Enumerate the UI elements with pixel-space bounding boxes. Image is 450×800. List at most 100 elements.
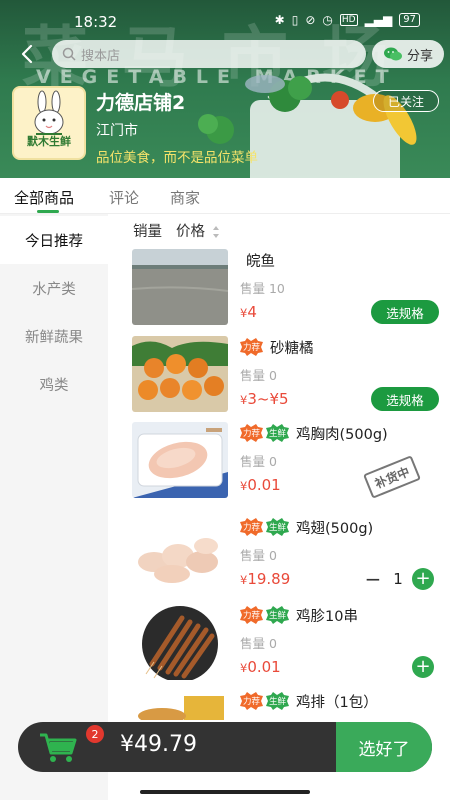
fresh-tag-label: 生鲜 [268,611,286,621]
category-aquatic[interactable]: 水产类 [0,264,108,312]
fresh-tag: 生鲜 [266,518,289,536]
decrease-quantity-button[interactable]: − [362,567,384,591]
quantity-stepper: − 1 + [362,567,434,591]
product-name: 鸡胗10串 [296,609,358,625]
recommend-tag: 力荐 [240,424,263,442]
product-item[interactable]: 皖鱼 售量 10 ¥4 选规格 [118,249,450,335]
select-spec-button[interactable]: 选规格 [371,300,439,324]
product-name: 砂糖橘 [270,341,314,357]
recommend-tag: 力荐 [240,518,263,536]
status-icons: ✱ ▯ ⊘ ◷ HD ▂▄▆ 97 [275,13,420,27]
cart-total-price: ¥49.79 [120,732,197,757]
category-chicken[interactable]: 鸡类 [0,360,108,408]
search-icon [62,47,76,61]
fresh-tag: 生鲜 [266,424,289,442]
store-search-input[interactable]: 搜本店 [52,40,366,68]
tab-reviews[interactable]: 评论 [109,187,139,208]
cart-bar[interactable]: 2 ¥49.79 选好了 [18,722,432,772]
product-price: ¥0.01 [240,476,281,494]
recommend-tag-label: 力荐 [242,343,260,353]
recommend-tag-label: 力荐 [242,429,260,439]
select-spec-button[interactable]: 选规格 [371,387,439,411]
fresh-tag: 生鲜 [266,606,289,624]
product-price: ¥3~¥5 [240,390,289,408]
network-label: HD [339,14,358,26]
alarm-icon: ◷ [322,13,333,27]
back-icon[interactable] [16,42,40,66]
recommend-tag: 力荐 [240,692,263,710]
product-name: 鸡翅(500g) [296,521,374,537]
sort-arrows-icon [212,225,219,238]
product-image-river [132,249,228,325]
shopping-cart-icon[interactable] [38,731,78,763]
logo-text: 默木生鲜 [27,135,71,148]
product-image-skewers [132,604,228,680]
vibrate-icon: ▯ [291,13,299,27]
add-to-cart-button[interactable]: + [412,656,434,678]
status-time: 18:32 [74,13,118,31]
checkout-button[interactable]: 选好了 [336,722,432,772]
product-image-chicken-cutlet [132,690,228,720]
active-tab-indicator [37,210,59,213]
category-sidebar: 今日推荐 水产类 新鲜蔬果 鸡类 [0,214,108,800]
signal-icon: ▂▄▆ [364,13,393,27]
recommend-tag-label: 力荐 [242,697,260,707]
product-sales: 售量 0 [240,636,277,651]
product-image-chicken-breast [132,422,228,498]
store-logo: 默木生鲜 [12,86,86,160]
price-value: 3~¥5 [247,390,289,408]
increase-quantity-button[interactable]: + [412,568,434,590]
recommend-tag-label: 力荐 [242,611,260,621]
store-tabs: 全部商品 评论 商家 [0,178,450,214]
product-sales: 售量 0 [240,368,277,383]
recommend-tag: 力荐 [240,338,263,356]
fresh-tag-label: 生鲜 [268,523,286,533]
store-name: 力德店铺2 [96,92,186,114]
product-name: 皖鱼 [246,254,275,270]
product-item[interactable]: 力荐 生鲜 鸡胸肉(500g) 售量 0 ¥0.01 补货中 [118,422,450,508]
sort-by-sales[interactable]: 销量 [133,220,162,241]
battery-icon: 97 [399,13,420,27]
fresh-tag-label: 生鲜 [268,697,286,707]
product-name: 鸡胸肉(500g) [296,427,388,443]
sort-bar: 销量 价格 [133,220,220,240]
restocking-stamp: 补货中 [363,455,421,499]
price-value: 0.01 [247,658,281,676]
wechat-icon [383,47,402,61]
product-sales: 售量 0 [240,548,277,563]
product-price: ¥19.89 [240,570,290,588]
product-price: ¥0.01 [240,658,281,676]
tab-merchant[interactable]: 商家 [170,187,200,208]
product-item[interactable]: 力荐 生鲜 鸡胗10串 售量 0 ¥0.01 + [118,604,450,690]
price-value: 0.01 [247,476,281,494]
product-image-oranges [132,336,228,412]
add-to-cart-control: + [412,656,434,678]
home-indicator [140,790,310,794]
product-sales: 售量 0 [240,454,277,469]
fresh-tag: 生鲜 [266,692,289,710]
product-sales: 售量 10 [240,281,285,296]
product-item[interactable]: 力荐 生鲜 鸡翅(500g) 售量 0 ¥19.89 − 1 + [118,516,450,602]
tab-all-products[interactable]: 全部商品 [14,187,74,208]
price-value: 4 [247,303,257,321]
follow-button[interactable]: 已关注 [373,90,439,112]
recommend-tag-label: 力荐 [242,523,260,533]
category-today-recommend[interactable]: 今日推荐 [0,216,108,264]
sort-price-label: 价格 [176,223,205,240]
product-item[interactable]: 力荐 砂糖橘 售量 0 ¥3~¥5 选规格 [118,336,450,422]
category-fresh-produce[interactable]: 新鲜蔬果 [0,312,108,360]
share-button[interactable]: 分享 [372,40,444,68]
mute-icon: ⊘ [305,13,316,27]
sort-by-price[interactable]: 价格 [176,220,220,241]
store-header: 菜马市场 VEGETABLE MARKET 18:32 ✱ ▯ ⊘ ◷ HD ▂… [0,0,450,178]
product-price: ¥4 [240,303,257,321]
quantity-value: 1 [393,570,403,588]
share-label: 分享 [406,48,433,64]
status-bar: 18:32 ✱ ▯ ⊘ ◷ HD ▂▄▆ 97 [0,0,450,36]
fresh-tag-label: 生鲜 [268,429,286,439]
product-name: 鸡排（1包） [296,695,378,711]
recommend-tag: 力荐 [240,606,263,624]
bluetooth-icon: ✱ [274,13,285,27]
price-value: 19.89 [247,570,291,588]
search-placeholder: 搜本店 [81,48,121,64]
